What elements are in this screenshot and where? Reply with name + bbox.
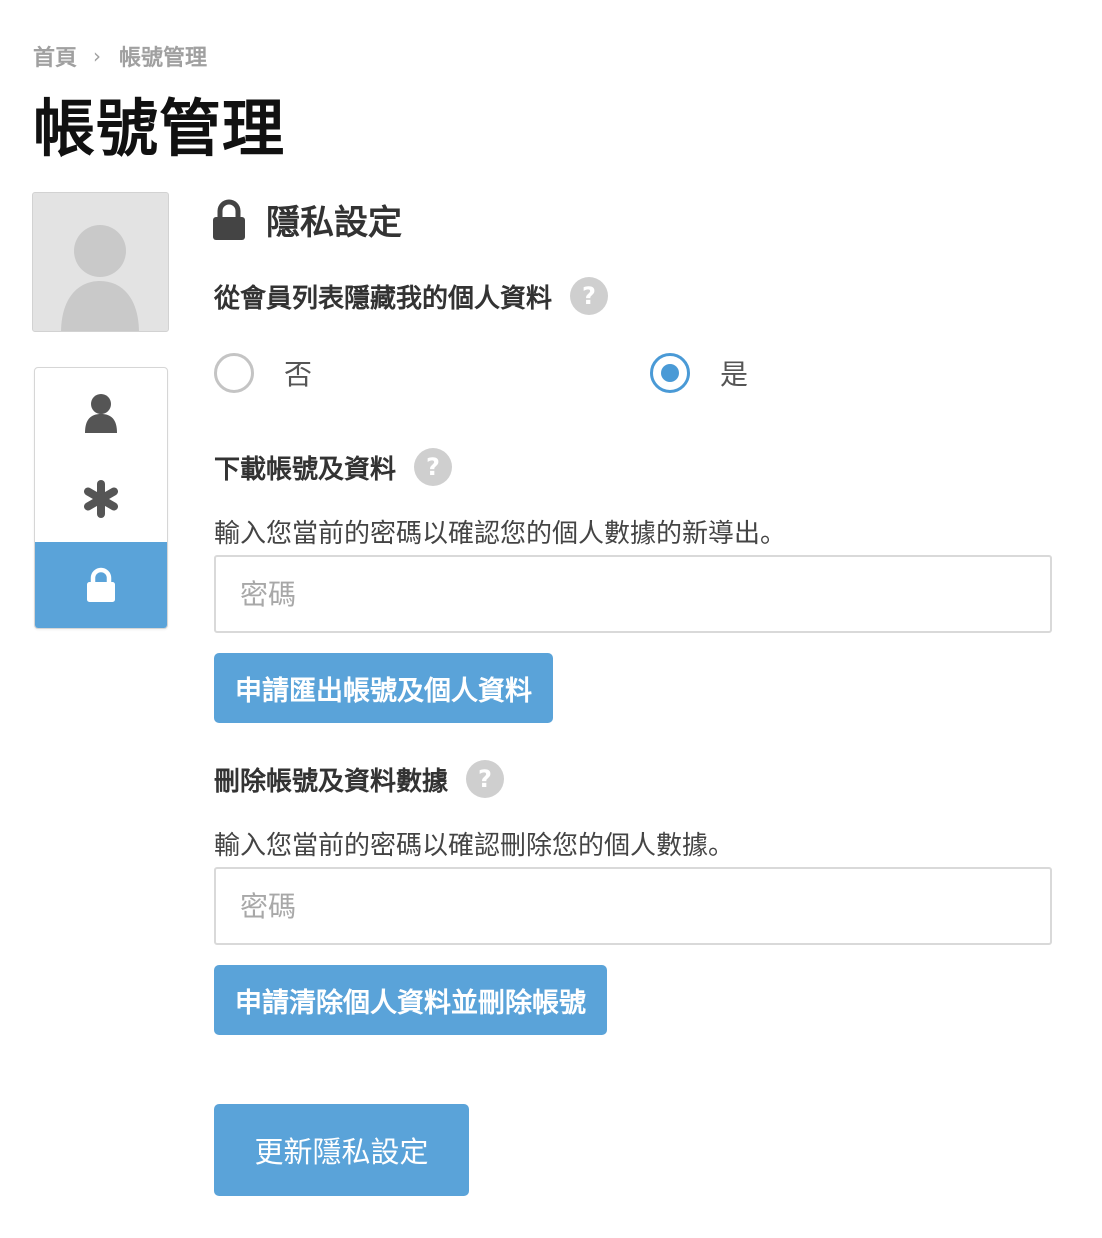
sidebar-item-password[interactable]: [35, 456, 167, 542]
section-title: 隱私設定: [266, 203, 402, 243]
breadcrumb-separator: ›: [93, 44, 102, 68]
breadcrumb-home-link[interactable]: 首頁: [33, 40, 77, 72]
breadcrumb-current: 帳號管理: [119, 46, 208, 71]
radio-option-no[interactable]: 否: [214, 353, 312, 393]
default-avatar-icon: [61, 225, 139, 331]
radio-option-yes[interactable]: 是: [650, 353, 748, 393]
sidebar-item-privacy[interactable]: [35, 542, 167, 628]
request-delete-button[interactable]: 申請清除個人資料並刪除帳號: [214, 965, 607, 1035]
delete-row: 刪除帳號及資料數據 ?: [214, 760, 505, 798]
help-icon[interactable]: ?: [466, 760, 505, 798]
asterisk-icon: [84, 480, 118, 518]
download-label: 下載帳號及資料: [214, 454, 397, 485]
delete-description: 輸入您當前的密碼以確認刪除您的個人數據。: [214, 831, 735, 861]
account-side-nav: [34, 367, 168, 629]
hide-profile-label: 從會員列表隱藏我的個人資料: [214, 283, 553, 314]
delete-label: 刪除帳號及資料數據: [214, 766, 449, 797]
radio-yes[interactable]: [650, 353, 690, 393]
export-password-input[interactable]: [214, 555, 1052, 633]
request-export-button[interactable]: 申請匯出帳號及個人資料: [214, 653, 553, 723]
delete-password-input[interactable]: [214, 867, 1052, 945]
avatar[interactable]: [32, 192, 169, 332]
breadcrumb: 首頁 › 帳號管理: [33, 40, 207, 72]
sidebar-item-profile[interactable]: [35, 370, 167, 456]
privacy-section-header: 隱私設定: [212, 195, 402, 244]
help-icon[interactable]: ?: [414, 448, 453, 486]
radio-no[interactable]: [214, 353, 254, 393]
lock-icon: [87, 567, 115, 602]
download-row: 下載帳號及資料 ?: [214, 448, 453, 486]
radio-label-yes: 是: [720, 358, 749, 391]
user-icon: [85, 394, 117, 433]
lock-icon: [213, 199, 245, 240]
radio-label-no: 否: [284, 358, 313, 391]
help-icon[interactable]: ?: [570, 277, 609, 315]
download-description: 輸入您當前的密碼以確認您的個人數據的新導出。: [214, 519, 787, 549]
page-title: 帳號管理: [33, 92, 286, 165]
hide-profile-row: 從會員列表隱藏我的個人資料 ?: [214, 277, 609, 315]
update-privacy-button[interactable]: 更新隱私設定: [214, 1104, 469, 1196]
